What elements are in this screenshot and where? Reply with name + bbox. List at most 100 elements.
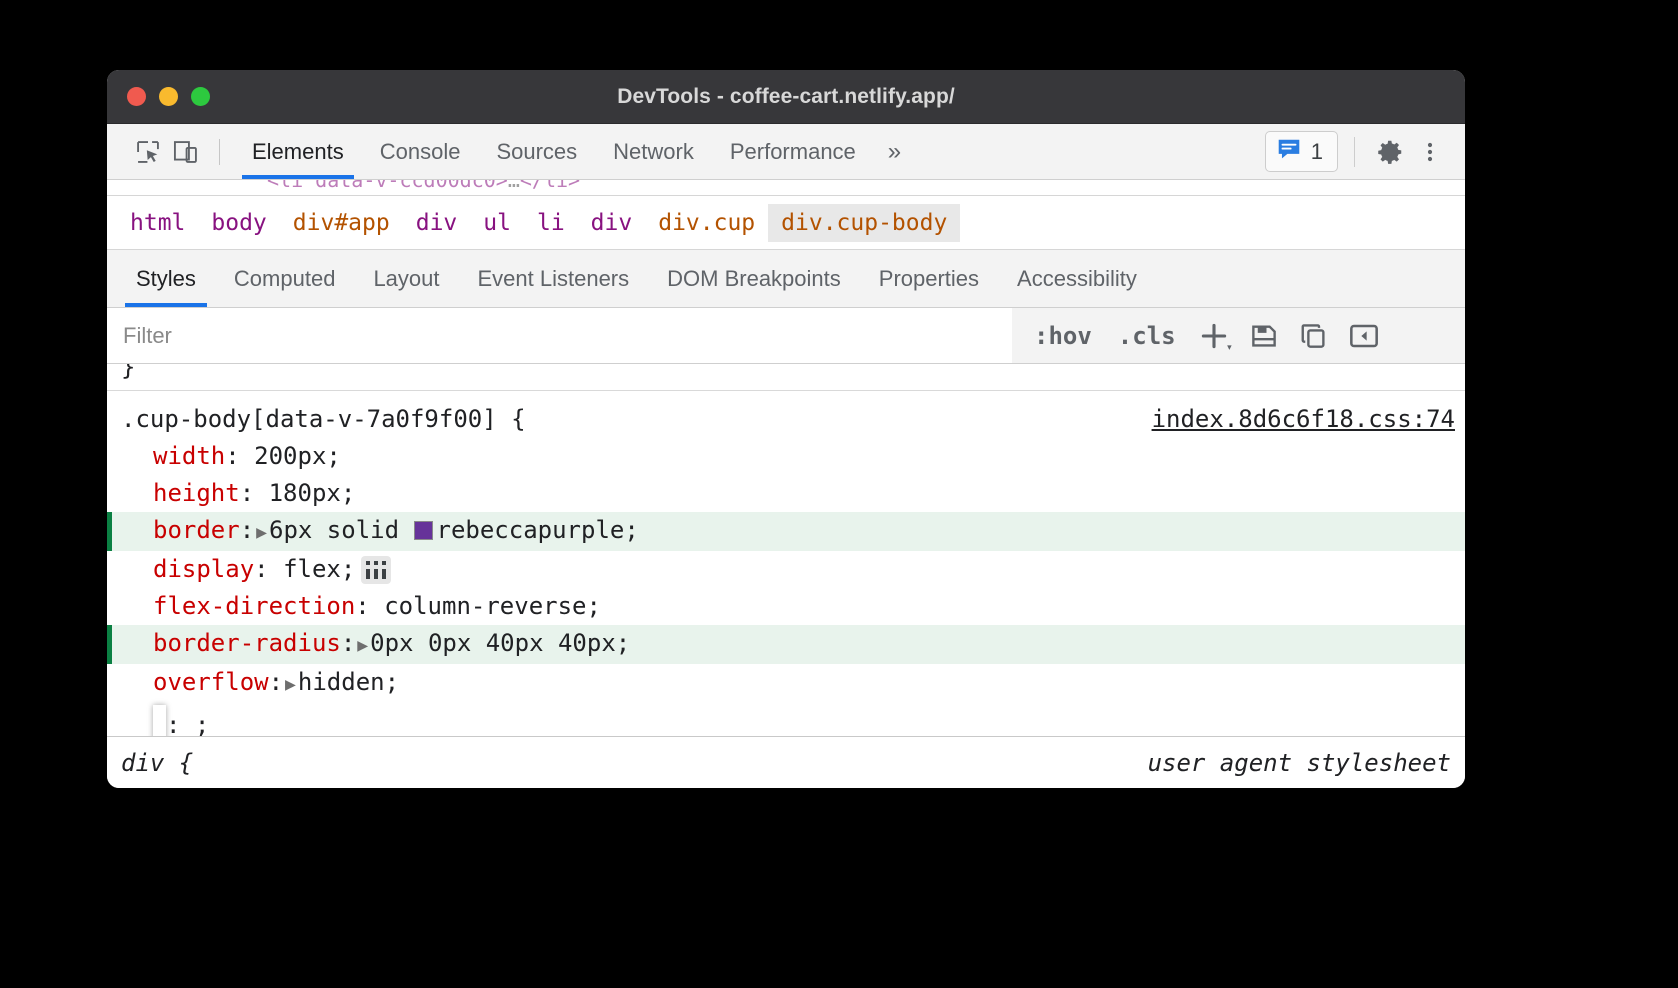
semicolon: ; — [385, 668, 399, 696]
tab-event-listeners[interactable]: Event Listeners — [459, 250, 649, 307]
declaration-empty-new[interactable]: : ; — [107, 703, 1465, 736]
expand-shorthand-icon[interactable]: ▶ — [283, 674, 298, 695]
property-value[interactable]: 0px 0px 40px 40px — [370, 629, 616, 657]
footer-origin: user agent stylesheet — [1148, 749, 1451, 777]
property-value[interactable]: 180px — [269, 479, 341, 507]
tab-event-listeners-label: Event Listeners — [478, 266, 630, 292]
semicolon: ; — [341, 479, 355, 507]
colon: : — [225, 442, 254, 470]
tab-console[interactable]: Console — [362, 124, 479, 179]
declaration-display[interactable]: display: flex; — [107, 551, 1465, 588]
tab-properties-label: Properties — [879, 266, 979, 292]
property-name[interactable]: flex-direction — [153, 592, 355, 620]
previous-rule-close-brace: } — [121, 364, 135, 384]
semicolon: ; — [624, 516, 638, 544]
breadcrumb-item-body[interactable]: body — [198, 204, 279, 242]
breadcrumb-item-ul[interactable]: ul — [470, 204, 524, 242]
declaration-overflow[interactable]: overflow:▶hidden; — [107, 664, 1465, 703]
close-window-button[interactable] — [127, 87, 146, 106]
toggle-pseudo-states-button[interactable]: :hov — [1026, 322, 1100, 350]
property-value[interactable]: hidden — [298, 668, 385, 696]
property-name[interactable]: border-radius — [153, 629, 341, 657]
declaration-border[interactable]: border:▶6px solid rebeccapurple; — [107, 512, 1465, 551]
dom-tree-clipped-row[interactable]: <li data-v-ccd00dc0>…</li> — [107, 180, 1465, 196]
tab-accessibility-label: Accessibility — [1017, 266, 1137, 292]
breadcrumb-item-div[interactable]: div — [403, 204, 471, 242]
window-controls — [107, 87, 210, 106]
colon: : — [240, 479, 269, 507]
property-value[interactable]: 200px — [254, 442, 326, 470]
colon: : — [240, 516, 254, 544]
console-message-count: 1 — [1311, 139, 1323, 165]
inspect-element-icon[interactable] — [129, 133, 167, 171]
window-title-bar: DevTools - coffee-cart.netlify.app/ — [107, 70, 1465, 124]
kebab-menu-icon[interactable] — [1411, 133, 1449, 171]
search-input[interactable] — [107, 308, 1012, 363]
minimize-window-button[interactable] — [159, 87, 178, 106]
styles-filter-bar: :hov .cls ▾ — [107, 308, 1465, 364]
inherited-rule-footer: div { user agent stylesheet — [107, 736, 1465, 788]
console-messages-badge[interactable]: 1 — [1265, 131, 1338, 172]
text-caret — [153, 705, 166, 736]
copy-styles-icon[interactable] — [1294, 316, 1334, 356]
breadcrumb-item-li[interactable]: li — [524, 204, 578, 242]
css-rule-cup-body: index.8d6c6f18.css:74 .cup-body[data-v-7… — [107, 391, 1465, 736]
tab-styles-label: Styles — [136, 266, 196, 292]
semicolon: ; — [326, 442, 340, 470]
tab-dom-breakpoints[interactable]: DOM Breakpoints — [648, 250, 860, 307]
zoom-window-button[interactable] — [191, 87, 210, 106]
tab-network[interactable]: Network — [595, 124, 712, 179]
empty-declaration-semicolon: ; — [195, 711, 209, 736]
tab-performance[interactable]: Performance — [712, 124, 874, 179]
breadcrumb-item-div-cup[interactable]: div.cup — [645, 204, 768, 242]
footer-selector[interactable]: div { — [121, 749, 193, 777]
tab-sources[interactable]: Sources — [478, 124, 595, 179]
toolbar-right-actions: 1 — [1265, 131, 1457, 172]
colon: : — [254, 555, 283, 583]
property-value-color[interactable]: rebeccapurple — [437, 516, 625, 544]
message-bubble-icon — [1276, 136, 1302, 167]
property-value[interactable]: column-reverse — [384, 592, 586, 620]
semicolon: ; — [341, 555, 355, 583]
breadcrumb-item-html[interactable]: html — [117, 204, 198, 242]
filter-actions: :hov .cls ▾ — [1026, 316, 1384, 356]
tab-computed-label: Computed — [234, 266, 336, 292]
breadcrumb-item-div-cup-body[interactable]: div.cup-body — [768, 204, 960, 242]
property-name[interactable]: border — [153, 516, 240, 544]
property-name[interactable]: display — [153, 555, 254, 583]
breadcrumb-item-div-app[interactable]: div#app — [280, 204, 403, 242]
property-name[interactable]: height — [153, 479, 240, 507]
property-value-prefix[interactable]: 6px solid — [269, 516, 414, 544]
expand-shorthand-icon[interactable]: ▶ — [254, 522, 269, 543]
devtools-window: DevTools - coffee-cart.netlify.app/ Elem… — [107, 70, 1465, 788]
color-swatch[interactable] — [414, 521, 433, 540]
tab-elements[interactable]: Elements — [234, 124, 362, 179]
chevron-double-right-icon: » — [888, 138, 901, 166]
expand-shorthand-icon[interactable]: ▶ — [355, 635, 370, 656]
declaration-height[interactable]: height: 180px; — [107, 475, 1465, 512]
declaration-width[interactable]: width: 200px; — [107, 438, 1465, 475]
panel-tabs: Elements Console Sources Network Perform… — [234, 124, 915, 179]
new-style-rule-button[interactable]: ▾ — [1194, 316, 1234, 356]
gear-icon[interactable] — [1371, 133, 1409, 171]
css-selector-row[interactable]: .cup-body[data-v-7a0f9f00] { — [107, 401, 1465, 438]
tab-properties[interactable]: Properties — [860, 250, 998, 307]
toggle-sidebar-icon[interactable] — [1344, 316, 1384, 356]
declaration-flex-direction[interactable]: flex-direction: column-reverse; — [107, 588, 1465, 625]
new-style-rule-icon[interactable] — [1244, 316, 1284, 356]
flexbox-badge-icon[interactable] — [361, 556, 391, 584]
tab-styles[interactable]: Styles — [117, 250, 215, 307]
dom-node-ellipsis: … — [508, 180, 520, 192]
more-tabs-button[interactable]: » — [874, 124, 915, 179]
tab-network-label: Network — [613, 139, 694, 165]
tab-computed[interactable]: Computed — [215, 250, 355, 307]
property-name[interactable]: overflow — [153, 668, 269, 696]
declaration-border-radius[interactable]: border-radius:▶0px 0px 40px 40px; — [107, 625, 1465, 664]
breadcrumb-item-div-2[interactable]: div — [578, 204, 646, 242]
element-classes-button[interactable]: .cls — [1110, 322, 1184, 350]
property-name[interactable]: width — [153, 442, 225, 470]
tab-accessibility[interactable]: Accessibility — [998, 250, 1156, 307]
tab-layout[interactable]: Layout — [354, 250, 458, 307]
device-toolbar-icon[interactable] — [167, 133, 205, 171]
property-value[interactable]: flex — [283, 555, 341, 583]
